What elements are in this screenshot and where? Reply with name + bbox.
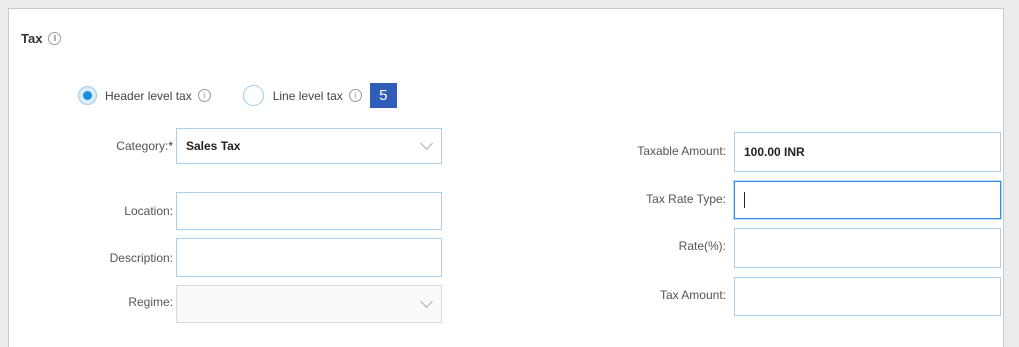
description-input[interactable]	[176, 238, 442, 277]
section-title: Tax	[21, 31, 43, 46]
regime-label: Regime:	[128, 295, 173, 309]
chevron-down-icon	[420, 295, 433, 308]
line-level-tax-radio[interactable]	[242, 85, 264, 106]
text-cursor	[744, 192, 745, 208]
tax-amount-label: Tax Amount:	[659, 288, 726, 302]
tax-rate-type-label: Tax Rate Type:	[646, 192, 726, 206]
chevron-down-icon	[420, 137, 433, 150]
description-label: Description:	[109, 251, 173, 265]
location-label: Location:	[124, 204, 173, 218]
taxable-amount-label: Taxable Amount:	[637, 144, 726, 158]
taxable-amount-input[interactable]: 100.00 INR	[734, 132, 1001, 172]
step-badge: 5	[369, 83, 397, 108]
rate-input[interactable]	[734, 228, 1001, 268]
category-label: Category:*	[69, 139, 173, 153]
tax-rate-type-input[interactable]	[734, 181, 1001, 219]
tax-amount-input[interactable]	[734, 277, 1001, 316]
info-icon[interactable]: i	[197, 89, 211, 102]
taxable-amount-value: 100.00 INR	[744, 145, 805, 159]
tax-panel: Tax i Header level tax i Line level tax …	[8, 8, 1004, 347]
category-select[interactable]: Sales Tax	[176, 128, 442, 164]
required-mark: *	[168, 139, 173, 153]
tax-level-radio-group: Header level tax i Line level tax i 5	[79, 83, 397, 108]
info-icon[interactable]: i	[348, 89, 362, 102]
header-level-tax-label[interactable]: Header level tax	[105, 89, 192, 103]
section-header: Tax i	[21, 31, 62, 46]
category-value: Sales Tax	[186, 139, 241, 153]
rate-label: Rate(%):	[678, 239, 726, 253]
line-level-tax-label[interactable]: Line level tax	[273, 89, 343, 103]
header-level-tax-radio[interactable]	[79, 87, 96, 104]
info-icon[interactable]: i	[48, 32, 62, 45]
category-label-text: Category:	[116, 139, 169, 153]
location-input[interactable]	[176, 192, 442, 230]
regime-select[interactable]	[176, 285, 442, 323]
